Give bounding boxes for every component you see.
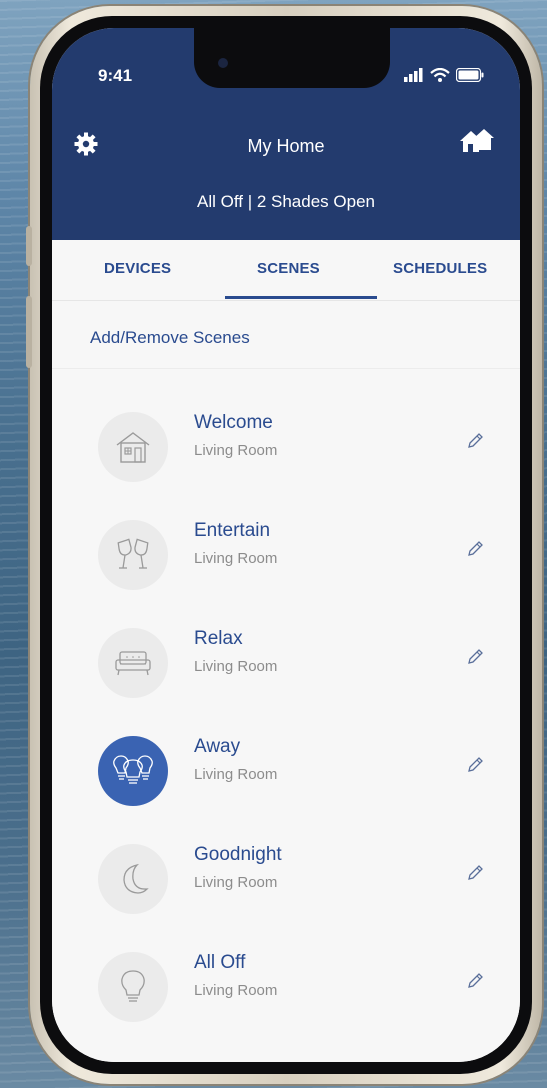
scene-room: Living Room: [194, 874, 278, 891]
scene-item-all-off[interactable]: All Off Living Room: [52, 952, 520, 1052]
status-icons: [404, 68, 484, 82]
scene-name: Away: [194, 736, 241, 757]
house-icon: [116, 432, 150, 463]
phone-bezel: 9:41 My Home All Off | 2 Shades Open DEV…: [40, 16, 532, 1074]
battery-icon: [456, 68, 484, 82]
edit-pencil-icon[interactable]: [466, 972, 484, 990]
scene-room: Living Room: [194, 550, 278, 567]
scene-icon-circle: [98, 412, 168, 482]
active-tab-indicator: [225, 296, 377, 299]
scene-item-goodnight[interactable]: Goodnight Living Room: [52, 844, 520, 944]
homes-icon[interactable]: [458, 128, 496, 159]
edit-pencil-icon[interactable]: [466, 648, 484, 666]
scene-name: All Off: [194, 952, 246, 973]
scene-item-welcome[interactable]: Welcome Living Room: [52, 412, 520, 512]
edit-pencil-icon[interactable]: [466, 432, 484, 450]
divider: [52, 368, 520, 369]
phone-frame: 9:41 My Home All Off | 2 Shades Open DEV…: [26, 6, 542, 1084]
tab-scenes[interactable]: SCENES: [257, 260, 320, 277]
scenes-panel: DEVICES SCENES SCHEDULES Add/Remove Scen…: [52, 240, 520, 1062]
notch: [194, 28, 390, 88]
page-title: My Home: [247, 136, 325, 156]
scene-name: Goodnight: [194, 844, 282, 865]
scene-name: Entertain: [194, 520, 271, 541]
sofa-icon: [115, 651, 151, 676]
scene-icon-circle: [98, 952, 168, 1022]
tab-devices[interactable]: DEVICES: [104, 260, 171, 277]
screen: 9:41 My Home All Off | 2 Shades Open DEV…: [52, 28, 520, 1062]
wine-glasses-icon: [117, 538, 149, 569]
scene-room: Living Room: [194, 982, 278, 999]
signal-icon: [404, 68, 423, 82]
wifi-icon: [430, 68, 450, 82]
home-status-summary: All Off | 2 Shades Open: [197, 192, 375, 211]
status-time: 9:41: [98, 66, 133, 85]
scene-name: Welcome: [194, 412, 273, 433]
scene-item-relax[interactable]: Relax Living Room: [52, 628, 520, 728]
scene-item-away[interactable]: Away Living Room: [52, 736, 520, 836]
scene-icon-circle: [98, 844, 168, 914]
scene-name: Relax: [194, 628, 243, 649]
volume-up-button: [26, 296, 32, 368]
scene-room: Living Room: [194, 442, 278, 459]
scene-icon-circle: [98, 520, 168, 590]
add-remove-scenes-link[interactable]: Add/Remove Scenes: [90, 328, 250, 348]
scene-item-entertain[interactable]: Entertain Living Room: [52, 520, 520, 620]
mute-switch: [26, 226, 32, 266]
edit-pencil-icon[interactable]: [466, 864, 484, 882]
bulbs-icon: [113, 755, 153, 784]
scene-icon-circle-active: [98, 736, 168, 806]
edit-pencil-icon[interactable]: [466, 756, 484, 774]
header: 9:41 My Home All Off | 2 Shades Open: [52, 28, 520, 240]
scene-room: Living Room: [194, 658, 278, 675]
tab-bar: DEVICES SCENES SCHEDULES: [52, 240, 520, 301]
tab-schedules[interactable]: SCHEDULES: [393, 260, 487, 277]
edit-pencil-icon[interactable]: [466, 540, 484, 558]
moon-icon: [123, 863, 149, 894]
scene-icon-circle: [98, 628, 168, 698]
front-camera: [218, 58, 228, 68]
scene-room: Living Room: [194, 766, 278, 783]
bulb-icon: [121, 970, 145, 1002]
